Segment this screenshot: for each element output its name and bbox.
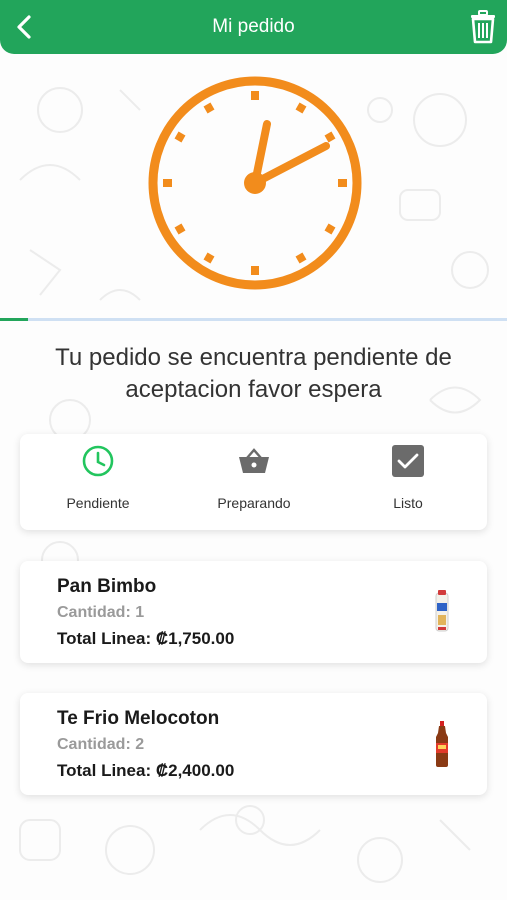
- item-quantity: Cantidad: 1: [57, 604, 145, 621]
- order-item-card[interactable]: Te Frio Melocoton Cantidad: 2 Total Line…: [20, 693, 487, 795]
- trash-icon: [471, 10, 495, 44]
- step-label: Pendiente: [66, 495, 130, 511]
- step-label: Listo: [393, 495, 423, 511]
- step-pendiente[interactable]: Pendiente: [38, 434, 158, 530]
- item-quantity: Cantidad: 2: [57, 736, 145, 753]
- item-line-total: Total Linea: ₡1,750.00: [57, 629, 235, 648]
- status-message: Tu pedido se encuentra pendiente de acep…: [55, 344, 452, 403]
- status-steps-card: Pendiente Preparando Listo: [20, 434, 487, 530]
- delete-order-button[interactable]: [469, 10, 497, 44]
- step-label: Preparando: [217, 495, 291, 511]
- header-bar: Mi pedido: [0, 0, 507, 54]
- item-name: Pan Bimbo: [57, 576, 157, 597]
- clock-icon: [148, 76, 362, 290]
- item-line-total: Total Linea: ₡2,400.00: [57, 761, 235, 780]
- basket-icon: [239, 448, 269, 473]
- tea-bottle-image: [436, 721, 448, 767]
- order-progress-fill: [0, 318, 28, 321]
- order-item-card[interactable]: Pan Bimbo Cantidad: 1 Total Linea: ₡1,75…: [20, 561, 487, 663]
- bread-bag-image: [435, 590, 449, 632]
- clock-outline-icon: [82, 445, 114, 477]
- step-listo[interactable]: Listo: [348, 434, 468, 530]
- page-title: Mi pedido: [212, 16, 295, 37]
- item-name: Te Frio Melocoton: [57, 708, 220, 729]
- order-progress-bar: [0, 318, 507, 321]
- step-preparando[interactable]: Preparando: [194, 434, 314, 530]
- checkbox-icon: [392, 445, 424, 477]
